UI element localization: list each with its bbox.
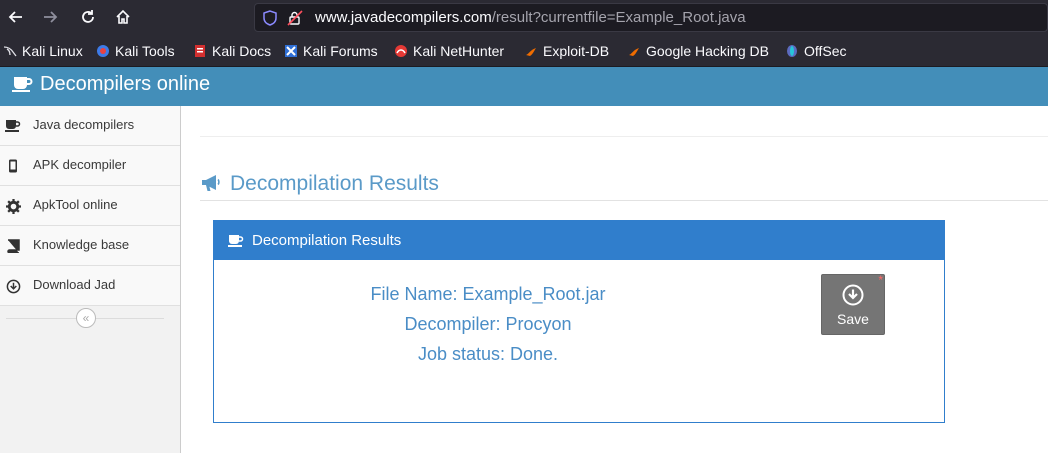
page-header: Decompilation Results (200, 170, 1048, 201)
save-button-label: Save (837, 311, 869, 327)
site-header: Decompilers online (0, 67, 1048, 106)
forward-button[interactable] (38, 6, 62, 28)
nethunter-icon (394, 44, 408, 58)
coffee-cup-icon (12, 75, 34, 98)
reload-icon (82, 10, 94, 23)
bookmark-label: Google Hacking DB (646, 43, 769, 59)
results-widget: Decompilation Results File Name: Example… (213, 220, 945, 423)
coffee-cup-icon (228, 234, 244, 253)
file-name-text: File Name: Example_Root.jar (370, 284, 606, 304)
ghdb-icon (627, 44, 641, 58)
arrow-left-icon (8, 11, 22, 23)
bookmark-label: Kali Forums (303, 43, 378, 59)
sidebar: Java decompilers APK decompiler ApkTool … (0, 106, 181, 453)
bookmark-kali-docs[interactable]: Kali Docs (193, 42, 271, 60)
gear-icon (5, 198, 21, 214)
offsec-icon (785, 44, 799, 58)
back-button[interactable] (4, 6, 28, 28)
bookmark-label: Kali Tools (115, 43, 175, 59)
download-circle-icon (5, 278, 21, 294)
bookmark-kali-linux[interactable]: Kali Linux (3, 42, 83, 60)
url-host: www.javadecompilers.com (315, 9, 492, 26)
bookmark-exploit-db[interactable]: Exploit-DB (524, 42, 609, 60)
bookmark-label: Exploit-DB (543, 43, 610, 59)
widget-title: Decompilation Results (252, 232, 402, 249)
bookmark-label: Kali Linux (22, 43, 83, 59)
lock-warning-icon (287, 10, 303, 31)
double-chevron-left-icon: « (82, 311, 90, 325)
sidebar-item-label: Download Jad (33, 277, 116, 292)
home-icon (116, 9, 130, 24)
sidebar-item-download-jad[interactable]: Download Jad (0, 266, 180, 306)
widget-header: Decompilation Results (214, 221, 944, 260)
download-circle-icon (842, 284, 864, 311)
coffee-cup-icon (5, 118, 21, 134)
page-title: Decompilation Results (230, 172, 439, 195)
bookmarks-bar: Kali Linux Kali Tools Kali Docs Kali For… (0, 35, 1048, 67)
decompiler-text: Decompiler: Procyon (404, 314, 572, 334)
bookmark-offsec[interactable]: OffSec (785, 42, 847, 60)
sidebar-item-apk-decompiler[interactable]: APK decompiler (0, 146, 180, 186)
arrow-right-icon (44, 11, 58, 23)
bookmark-label: OffSec (804, 43, 847, 59)
kali-dragon-icon (3, 44, 17, 58)
sidebar-item-label: Java decompilers (33, 117, 135, 132)
sidebar-collapse-button[interactable]: « (76, 308, 96, 328)
url-path: /result?currentfile=Example_Root.java (491, 9, 746, 26)
sidebar-item-knowledge-base[interactable]: Knowledge base (0, 226, 180, 266)
bookmark-kali-nethunter[interactable]: Kali NetHunter (394, 42, 504, 60)
kali-forums-icon (284, 44, 298, 58)
sidebar-item-label: ApkTool online (33, 197, 118, 212)
book-icon (5, 238, 21, 254)
sidebar-item-apktool-online[interactable]: ApkTool online (0, 186, 180, 226)
bullhorn-icon (200, 173, 222, 198)
content-divider (200, 136, 1048, 137)
reload-button[interactable] (76, 6, 100, 28)
url-text: www.javadecompilers.com/result?currentfi… (315, 9, 746, 27)
site-title[interactable]: Decompilers online (40, 71, 210, 97)
home-button[interactable] (111, 6, 135, 28)
browser-toolbar: www.javadecompilers.com/result?currentfi… (0, 0, 1048, 35)
save-button[interactable]: Save * (821, 274, 885, 335)
exploit-db-icon (524, 44, 538, 58)
kali-docs-icon (193, 44, 207, 58)
sidebar-item-java-decompilers[interactable]: Java decompilers (0, 106, 180, 146)
url-bar[interactable]: www.javadecompilers.com/result?currentfi… (254, 3, 1048, 32)
bookmark-label: Kali NetHunter (413, 43, 505, 59)
save-badge: * (878, 273, 883, 287)
bookmark-google-hacking-db[interactable]: Google Hacking DB (627, 42, 769, 60)
shield-icon (263, 10, 277, 31)
mobile-phone-icon (5, 158, 21, 174)
sidebar-item-label: APK decompiler (33, 157, 127, 172)
sidebar-item-label: Knowledge base (33, 237, 130, 252)
bookmark-kali-forums[interactable]: Kali Forums (284, 42, 378, 60)
bookmark-label: Kali Docs (212, 43, 272, 59)
job-status-text: Job status: Done. (417, 344, 559, 364)
kali-tools-icon (96, 44, 110, 58)
bookmark-kali-tools[interactable]: Kali Tools (96, 42, 175, 60)
